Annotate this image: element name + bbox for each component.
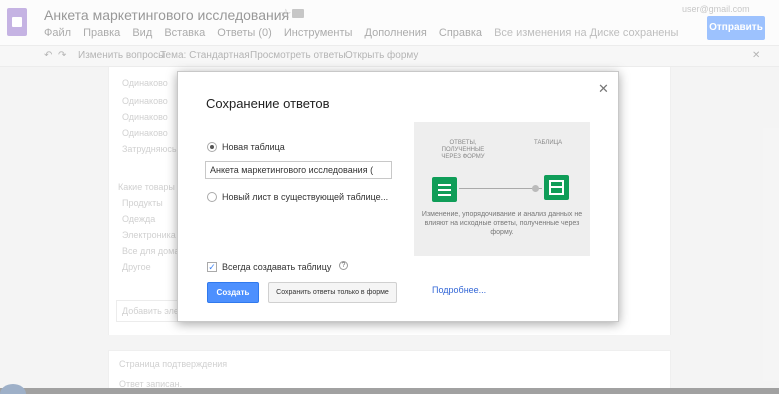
illustration-form-label: ОТВЕТЫ, ПОЛУЧЕННЫЕ ЧЕРЕЗ ФОРМУ [441, 140, 485, 160]
new-sheet-radio[interactable] [207, 142, 217, 152]
new-sheet-label[interactable]: Новая таблица [222, 142, 285, 152]
dialog-title: Сохранение ответов [206, 96, 330, 111]
always-create-checkbox[interactable]: ✓ [207, 262, 217, 272]
illustration-connector-dot [532, 185, 539, 192]
illustration-caption: Изменение, упорядочивание и анализ данны… [421, 211, 583, 236]
always-create-label[interactable]: Всегда создавать таблицу [222, 262, 331, 272]
learn-more-link[interactable]: Подробнее... [432, 285, 486, 295]
existing-sheet-radio[interactable] [207, 192, 217, 202]
create-button[interactable]: Создать [207, 282, 259, 303]
forms-icon [432, 177, 457, 202]
sheet-name-input[interactable]: Анкета маркетингового исследования ( [205, 161, 392, 179]
save-responses-dialog: ✕ Сохранение ответов Новая таблица Анкет… [177, 71, 619, 322]
responses-illustration: ОТВЕТЫ, ПОЛУЧЕННЫЕ ЧЕРЕЗ ФОРМУ ТАБЛИЦА И… [414, 122, 590, 256]
keep-in-form-button[interactable]: Сохранить ответы только в форме [268, 282, 397, 303]
illustration-connector [459, 188, 542, 189]
help-icon[interactable]: ? [339, 261, 348, 270]
close-icon[interactable]: ✕ [598, 81, 609, 97]
existing-sheet-label[interactable]: Новый лист в существующей таблице... [222, 192, 388, 202]
illustration-sheet-label: ТАБЛИЦА [534, 140, 563, 146]
sheets-icon [544, 175, 569, 200]
